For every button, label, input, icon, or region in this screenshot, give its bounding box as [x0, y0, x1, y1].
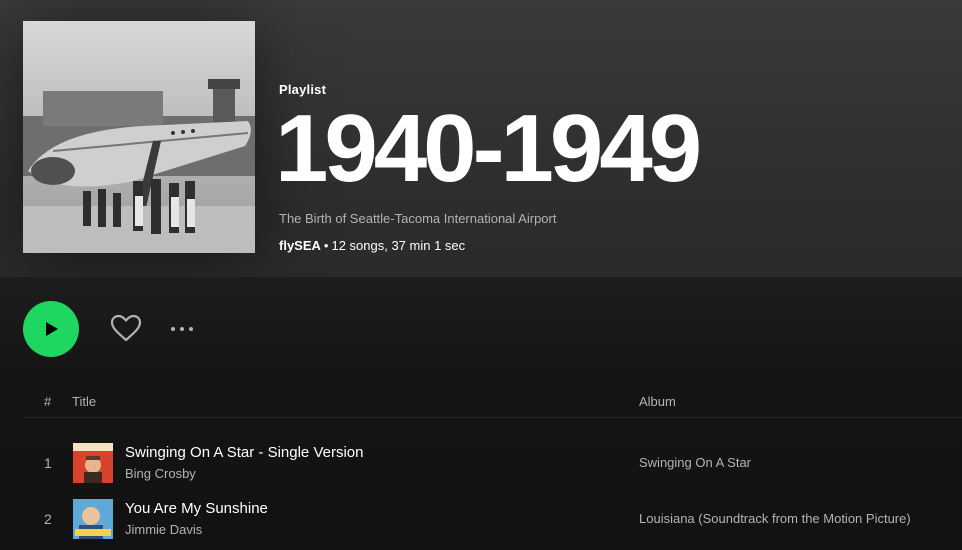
- track-album-art: [73, 443, 113, 483]
- track-album[interactable]: Swinging On A Star: [639, 455, 751, 470]
- meta-separator: •: [323, 238, 329, 253]
- playlist-header: Playlist 1940-1949 The Birth of Seattle-…: [0, 0, 962, 277]
- play-button[interactable]: [23, 301, 79, 357]
- tracklist-header: # Title Album: [24, 389, 962, 418]
- column-album[interactable]: Album: [639, 394, 676, 409]
- playlist-meta: flySEA • 12 songs, 37 min 1 sec: [279, 238, 952, 253]
- playlist-cover-image[interactable]: [23, 21, 255, 253]
- more-options-button[interactable]: [168, 315, 200, 343]
- track-title[interactable]: Swinging On A Star - Single Version: [125, 444, 363, 461]
- playlist-info: Playlist 1940-1949 The Birth of Seattle-…: [275, 82, 952, 253]
- track-number: 2: [44, 511, 52, 527]
- track-row[interactable]: 1 Swinging On A Star - Single Version Bi…: [24, 435, 962, 491]
- action-bar: # Title Album 1 Swinging On A Star - Sin…: [0, 277, 962, 550]
- track-artist[interactable]: Bing Crosby: [125, 466, 196, 481]
- playlist-owner-link[interactable]: flySEA: [279, 238, 321, 253]
- track-album[interactable]: Louisiana (Soundtrack from the Motion Pi…: [639, 511, 911, 526]
- track-album-art: [73, 499, 113, 539]
- more-horizontal-icon: [171, 327, 193, 331]
- track-artist[interactable]: Jimmie Davis: [125, 522, 202, 537]
- play-icon: [46, 322, 58, 336]
- column-title[interactable]: Title: [72, 394, 96, 409]
- track-title[interactable]: You Are My Sunshine: [125, 500, 268, 517]
- like-button[interactable]: [108, 311, 144, 347]
- heart-icon: [110, 314, 142, 342]
- track-number: 1: [44, 455, 52, 471]
- playlist-description: The Birth of Seattle-Tacoma Internationa…: [279, 211, 557, 226]
- column-number[interactable]: #: [44, 394, 51, 409]
- playlist-title: 1940-1949: [275, 95, 702, 202]
- playlist-page: Playlist 1940-1949 The Birth of Seattle-…: [0, 0, 962, 550]
- track-row[interactable]: 2 You Are My Sunshine Jimmie Davis Louis…: [24, 491, 962, 547]
- playlist-stats: 12 songs, 37 min 1 sec: [331, 238, 466, 253]
